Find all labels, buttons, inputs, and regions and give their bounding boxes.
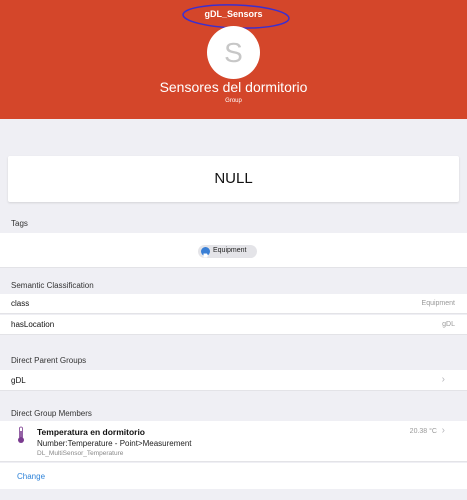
semantic-key: hasLocation: [11, 320, 55, 329]
header: gDL_Sensors S Sensores del dormitorio Gr…: [0, 0, 467, 119]
tags-label: Tags: [11, 219, 28, 228]
member-title: Temperatura en dormitorio: [37, 427, 145, 437]
change-link[interactable]: Change: [17, 472, 45, 481]
chevron-right-icon: ›: [441, 425, 445, 436]
member-type: Number:Temperature - Point>Measurement: [37, 439, 192, 448]
member-item-name: DL_MultiSensor_Temperature: [37, 450, 124, 457]
group-type: Group: [225, 98, 242, 104]
parent-group-name: gDL: [11, 376, 26, 385]
members-label: Direct Group Members: [11, 409, 92, 418]
semantic-row-haslocation: hasLocation gDL: [0, 315, 467, 335]
semantic-row-class: class Equipment: [0, 294, 467, 314]
semantic-label: Semantic Classification: [11, 281, 94, 290]
parent-group-item[interactable]: gDL ›: [0, 370, 467, 391]
parents-label: Direct Parent Groups: [11, 356, 87, 365]
state-card: NULL: [8, 156, 459, 202]
avatar: S: [207, 26, 260, 79]
change-row: [0, 463, 467, 489]
tag-icon: [201, 247, 210, 258]
semantic-value: gDL: [442, 321, 455, 328]
group-name: Sensores del dormitorio: [159, 79, 308, 95]
tag-chip[interactable]: Equipment: [198, 245, 257, 258]
semantic-key: class: [11, 299, 30, 308]
state-value: NULL: [214, 170, 253, 187]
semantic-value: Equipment: [421, 300, 455, 307]
tag-chip-label: Equipment: [213, 247, 247, 254]
chevron-right-icon: ›: [441, 374, 445, 385]
member-value: 20.38 °C: [409, 428, 437, 435]
thermometer-icon: [18, 426, 24, 443]
